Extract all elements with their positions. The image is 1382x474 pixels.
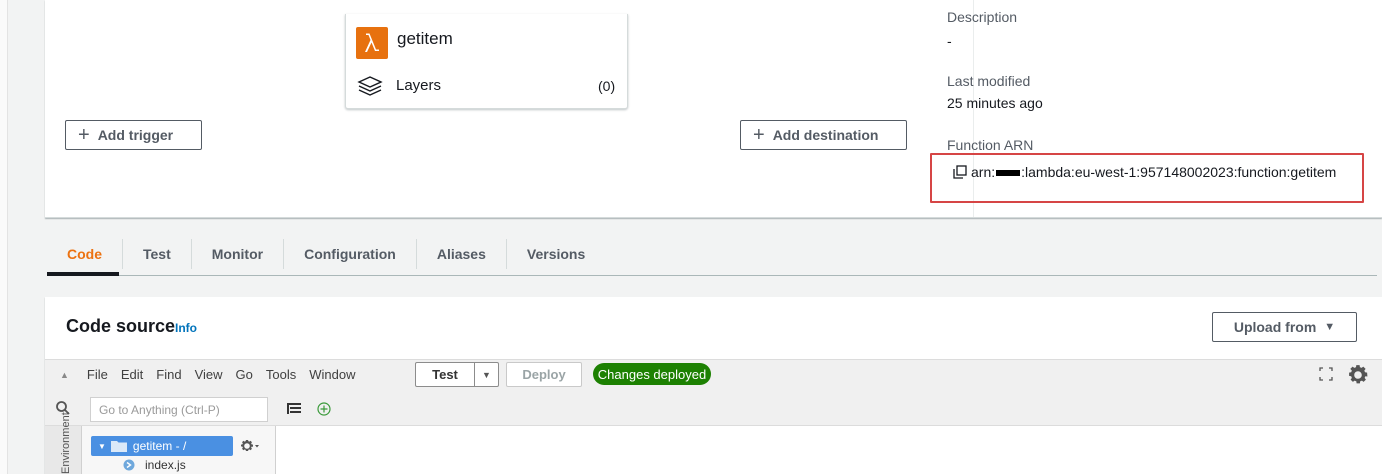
- environment-label: Environment: [60, 412, 72, 474]
- ide-test-label: Test: [416, 363, 475, 386]
- folder-getitem[interactable]: ▼ getitem - /: [91, 436, 233, 456]
- menu-window[interactable]: Window: [309, 367, 355, 382]
- active-tab-indicator: [47, 272, 119, 276]
- function-tabs: Code Test Monitor Configuration Aliases …: [47, 232, 605, 276]
- file-label: index.js: [145, 458, 186, 472]
- description-value: -: [947, 33, 952, 49]
- tree-settings-icon[interactable]: [240, 438, 260, 454]
- layers-label[interactable]: Layers: [396, 77, 441, 94]
- collapse-triangle-icon[interactable]: ▲: [60, 370, 69, 380]
- add-trigger-button[interactable]: + Add trigger: [65, 120, 202, 150]
- changes-deployed-badge: Changes deployed: [593, 363, 711, 385]
- tab-test[interactable]: Test: [123, 239, 192, 269]
- ide-menu: ▲ File Edit Find View Go Tools Window: [60, 367, 368, 382]
- folder-icon: [110, 441, 127, 452]
- last-modified-label: Last modified: [947, 73, 1031, 89]
- menu-tools[interactable]: Tools: [266, 367, 296, 382]
- function-arn-value[interactable]: arn: :lambda:eu-west-1:957148002023:funct…: [971, 164, 1336, 180]
- tab-configuration[interactable]: Configuration: [284, 239, 417, 269]
- last-modified-value: 25 minutes ago: [947, 95, 1043, 111]
- add-trigger-label: Add trigger: [97, 127, 174, 143]
- js-file-icon: [123, 459, 135, 471]
- upload-from-label: Upload from: [1233, 319, 1317, 335]
- function-name[interactable]: getitem: [397, 29, 453, 49]
- add-destination-label: Add destination: [772, 127, 879, 143]
- function-arn-label: Function ARN: [947, 137, 1034, 153]
- file-tree-icon[interactable]: [287, 402, 301, 414]
- menu-find[interactable]: Find: [156, 367, 181, 382]
- tab-versions[interactable]: Versions: [507, 239, 605, 269]
- left-gutter: [0, 0, 8, 474]
- fullscreen-icon[interactable]: [1318, 366, 1334, 382]
- redacted-account: [996, 170, 1021, 177]
- gear-icon[interactable]: [1346, 363, 1370, 387]
- add-file-icon[interactable]: [317, 402, 331, 416]
- tabs-divider: [47, 275, 1377, 276]
- description-label: Description: [947, 9, 1018, 25]
- plus-icon: +: [753, 124, 765, 146]
- go-to-anything-input[interactable]: [90, 397, 268, 422]
- code-source-title: Code source: [66, 316, 176, 336]
- menu-view[interactable]: View: [195, 367, 223, 382]
- menu-go[interactable]: Go: [236, 367, 253, 382]
- ide-test-button[interactable]: Test ▼: [415, 362, 499, 387]
- tab-monitor[interactable]: Monitor: [192, 239, 285, 269]
- upload-from-button[interactable]: Upload from ▼: [1212, 312, 1357, 342]
- info-link[interactable]: Info: [175, 321, 197, 335]
- file-index-js[interactable]: index.js: [123, 458, 186, 472]
- tab-code[interactable]: Code: [47, 239, 123, 269]
- lambda-icon: [356, 27, 388, 59]
- test-dropdown-icon[interactable]: ▼: [475, 370, 498, 380]
- copy-icon[interactable]: [953, 165, 967, 179]
- layers-icon: [356, 74, 384, 98]
- arn-suffix: :lambda:eu-west-1:957148002023:function:…: [1021, 164, 1337, 180]
- tab-aliases[interactable]: Aliases: [417, 239, 507, 269]
- caret-down-icon: ▼: [1324, 321, 1336, 333]
- arn-prefix: arn:: [971, 164, 996, 180]
- menu-edit[interactable]: Edit: [121, 367, 143, 382]
- deploy-button[interactable]: Deploy: [506, 362, 582, 387]
- layers-count: (0): [598, 78, 616, 94]
- menu-file[interactable]: File: [87, 367, 108, 382]
- folder-caret-icon[interactable]: ▼: [98, 442, 106, 451]
- add-destination-button[interactable]: + Add destination: [740, 120, 907, 150]
- folder-label: getitem - /: [132, 439, 187, 453]
- plus-icon: +: [78, 124, 90, 146]
